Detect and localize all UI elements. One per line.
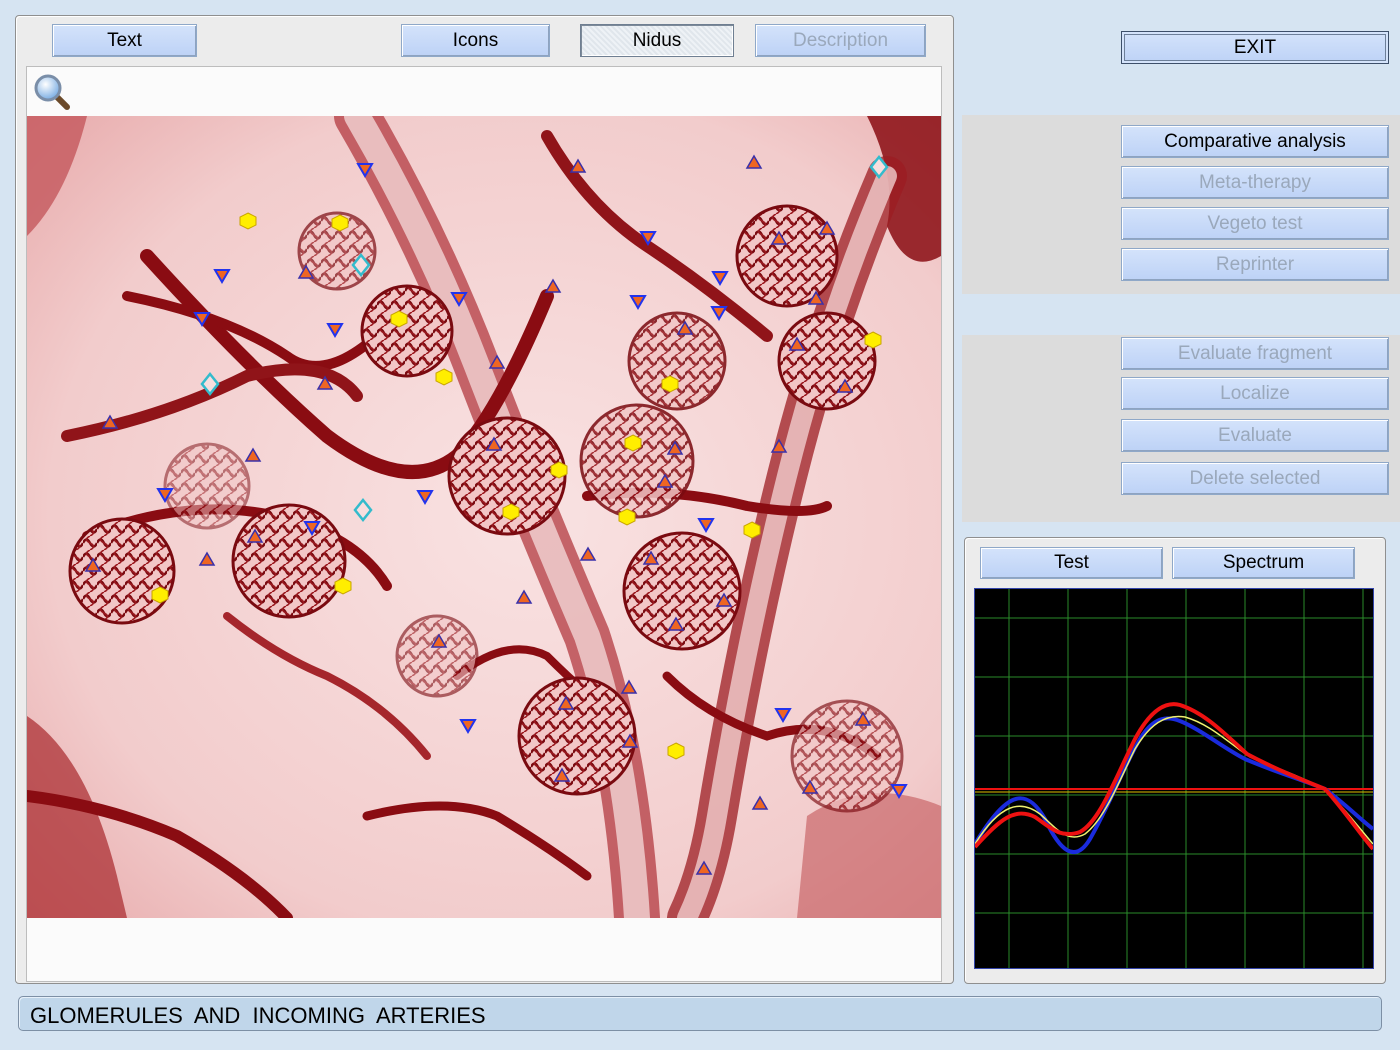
localize-button[interactable]: Localize <box>1121 377 1389 410</box>
tab-spectrum[interactable]: Spectrum <box>1172 547 1355 579</box>
tab-text[interactable]: Text <box>52 24 197 57</box>
evaluate-button[interactable]: Evaluate <box>1121 419 1389 452</box>
vegeto-test-button[interactable]: Vegeto test <box>1121 207 1389 240</box>
tab-description[interactable]: Description <box>755 24 926 57</box>
delete-selected-button[interactable]: Delete selected <box>1121 462 1389 495</box>
tab-nidus[interactable]: Nidus <box>580 24 734 57</box>
spectrum-graph <box>973 588 1375 969</box>
reprinter-button[interactable]: Reprinter <box>1121 248 1389 281</box>
evaluate-fragment-button[interactable]: Evaluate fragment <box>1121 337 1389 370</box>
tab-icons[interactable]: Icons <box>401 24 550 57</box>
exit-button[interactable]: EXIT <box>1121 31 1389 64</box>
magnifier-icon[interactable] <box>30 70 74 114</box>
status-caption-bar: GLOMERULES AND INCOMING ARTERIES <box>18 996 1382 1031</box>
tissue-image[interactable] <box>27 116 941 918</box>
comparative-analysis-button[interactable]: Comparative analysis <box>1121 125 1389 158</box>
status-caption: GLOMERULES AND INCOMING ARTERIES <box>30 1003 486 1028</box>
meta-therapy-button[interactable]: Meta-therapy <box>1121 166 1389 199</box>
tab-test[interactable]: Test <box>980 547 1163 579</box>
